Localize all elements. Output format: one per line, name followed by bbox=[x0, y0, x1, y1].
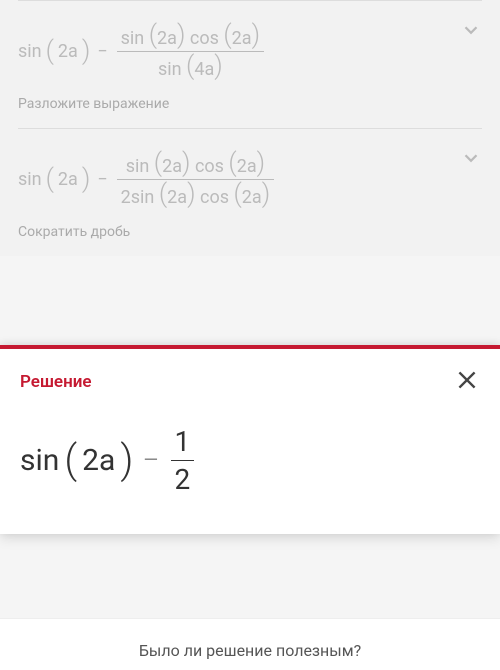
chevron-down-icon[interactable] bbox=[460, 19, 482, 45]
arg: 2a bbox=[167, 187, 187, 208]
fraction: 1 2 bbox=[171, 423, 195, 498]
arg: 2a bbox=[237, 156, 257, 177]
paren-open: ( bbox=[64, 440, 77, 480]
arg: 2a bbox=[157, 28, 177, 49]
solution-step: sin ( 2a ) − sin (2a) cos (2a) sin (4a) … bbox=[18, 0, 482, 128]
feedback-prompt: Было ли решение полезным? bbox=[0, 618, 500, 670]
fn-cos: cos bbox=[190, 28, 219, 49]
close-icon[interactable] bbox=[454, 367, 480, 397]
fn-sin: sin bbox=[158, 59, 182, 80]
arg: 2a bbox=[242, 187, 262, 208]
arg: 2a bbox=[58, 169, 78, 190]
fraction: sin (2a) cos (2a) sin (4a) bbox=[117, 21, 264, 82]
coef: 2 bbox=[121, 187, 131, 208]
step-hint: Сократить дробь bbox=[18, 224, 482, 240]
arg: 2a bbox=[82, 443, 115, 478]
paren-open: ( bbox=[46, 38, 54, 64]
minus-sign: − bbox=[97, 169, 107, 190]
arg: 2a bbox=[232, 28, 252, 49]
minus-sign: − bbox=[142, 443, 159, 478]
fn-cos: cos bbox=[200, 187, 229, 208]
fn-sin: sin bbox=[20, 443, 59, 478]
feedback-question: Было ли решение полезным? bbox=[139, 641, 361, 660]
numerator: 1 bbox=[171, 423, 195, 460]
fraction: sin (2a) cos (2a) 2sin (2a) cos (2a) bbox=[117, 149, 275, 210]
fn-sin: sin bbox=[18, 41, 42, 62]
solution-expression: sin ( 2a ) − 1 2 bbox=[0, 405, 500, 534]
arg: 4a bbox=[194, 59, 214, 80]
solution-header: Решение bbox=[0, 349, 500, 405]
fn-sin: sin bbox=[121, 28, 145, 49]
fn-cos: cos bbox=[195, 156, 224, 177]
solution-card: Решение sin ( 2a ) − 1 2 bbox=[0, 345, 500, 534]
solution-title: Решение bbox=[20, 372, 92, 392]
arg: 2a bbox=[58, 41, 78, 62]
denominator: 2 bbox=[171, 461, 195, 498]
step-hint: Разложите выражение bbox=[18, 96, 482, 112]
solution-step: sin ( 2a ) − sin (2a) cos (2a) 2sin (2a)… bbox=[18, 128, 482, 256]
fn-sin: sin bbox=[18, 169, 42, 190]
math-expression: sin ( 2a ) − sin (2a) cos (2a) sin (4a) bbox=[18, 21, 482, 82]
fn-sin: sin bbox=[126, 156, 150, 177]
fn-sin: sin bbox=[131, 187, 155, 208]
paren-close: ) bbox=[120, 440, 133, 480]
chevron-down-icon[interactable] bbox=[460, 147, 482, 173]
steps-container: sin ( 2a ) − sin (2a) cos (2a) sin (4a) … bbox=[0, 0, 500, 256]
math-expression: sin ( 2a ) − sin (2a) cos (2a) 2sin (2a)… bbox=[18, 149, 482, 210]
arg: 2a bbox=[162, 156, 182, 177]
minus-sign: − bbox=[97, 41, 107, 62]
paren-close: ) bbox=[82, 38, 90, 64]
